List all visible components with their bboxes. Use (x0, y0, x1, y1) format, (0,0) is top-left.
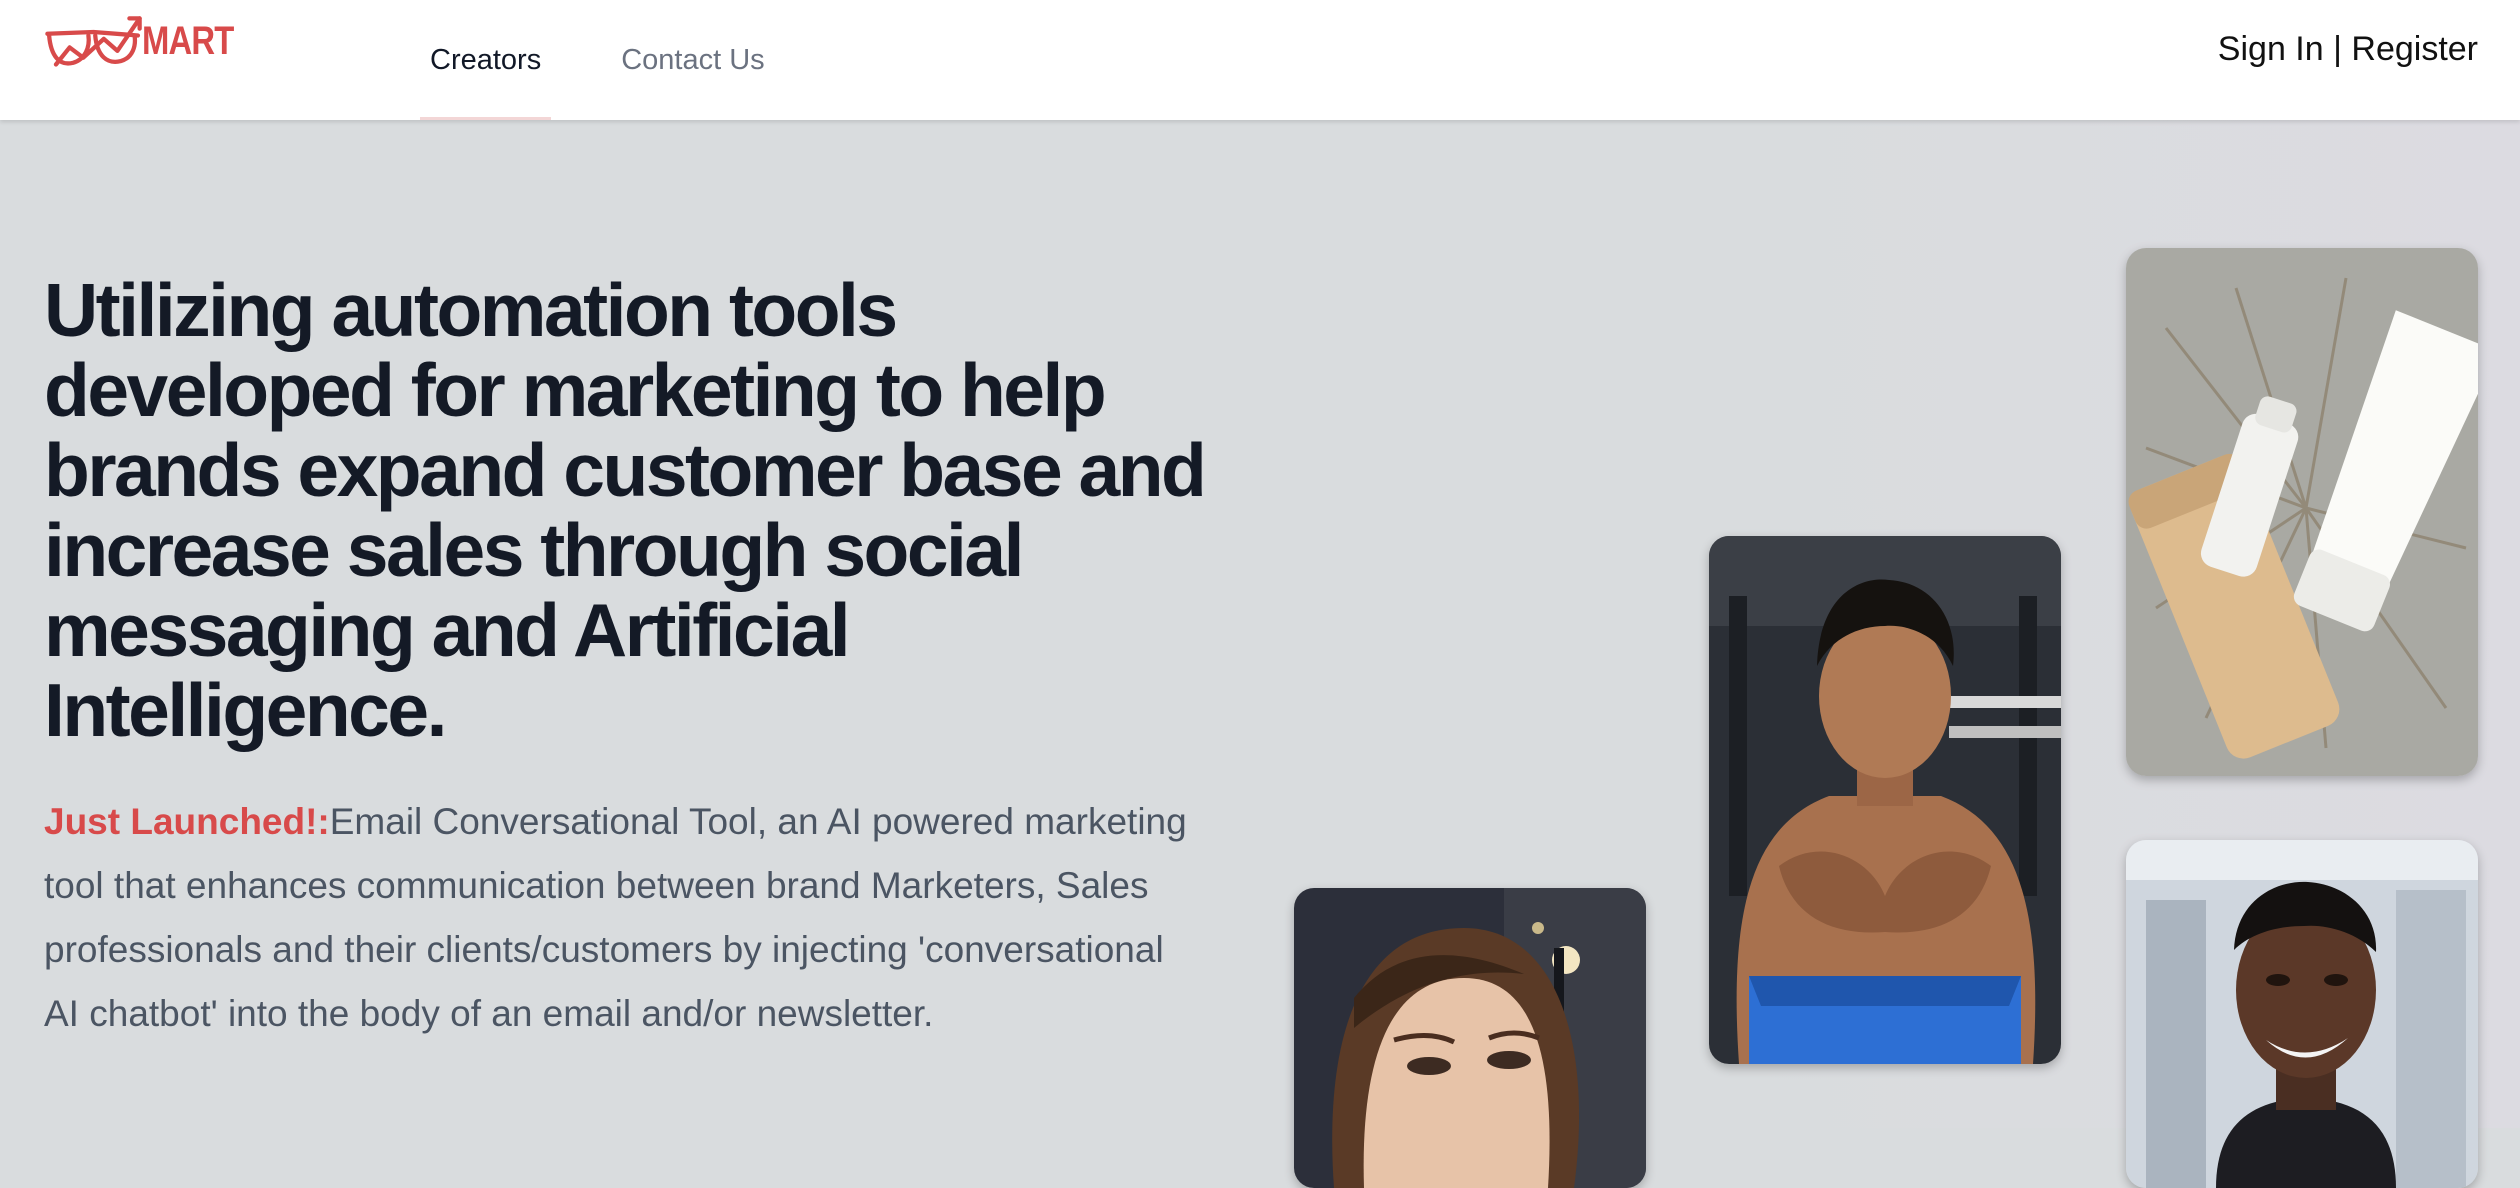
register-link[interactable]: Register (2351, 30, 2478, 69)
hero-headline: Utilizing automation tools developed for… (44, 268, 1207, 752)
main-nav: Creators Contact Us (420, 0, 835, 120)
sign-in-link[interactable]: Sign In (2218, 30, 2324, 69)
brand-logo[interactable]: MART (44, 8, 254, 80)
auth-separator: | (2323, 30, 2352, 68)
fitness-man-image (1709, 536, 2061, 1064)
gallery-image-woman (1294, 888, 1646, 1188)
nav-item-contact-us[interactable]: Contact Us (611, 0, 774, 120)
top-navigation-bar: MART Creators Contact Us Sign In | Regis… (0, 0, 2520, 120)
brand-logo-text: MART (142, 18, 234, 63)
just-launched-label: Just Launched!: (44, 801, 330, 842)
cosmetic-tubes-image (2126, 248, 2478, 776)
hero-description: Just Launched!:Email Conversational Tool… (44, 790, 1194, 1046)
gallery-image-cosmetics (2126, 248, 2478, 776)
gallery-image-smiling-man (2126, 840, 2478, 1188)
gallery-image-fitness-man (1709, 536, 2061, 1064)
hero-section: Utilizing automation tools developed for… (0, 120, 2520, 1188)
glasses-logo-icon (45, 16, 142, 67)
woman-portrait-image (1294, 888, 1646, 1188)
nav-item-creators[interactable]: Creators (420, 0, 552, 120)
smiling-man-image (2126, 840, 2478, 1188)
auth-links: Sign In | Register (2218, 30, 2478, 69)
